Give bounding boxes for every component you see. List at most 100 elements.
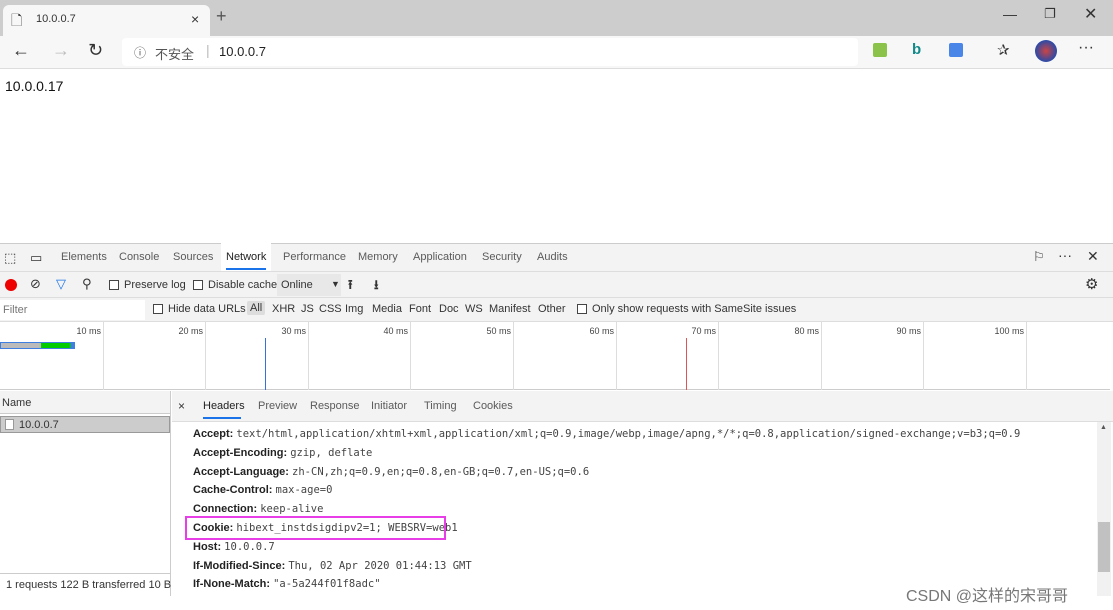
- tab-elements[interactable]: Elements: [61, 251, 107, 263]
- request-header-row: If-Modified-Since: Thu, 02 Apr 2020 01:4…: [193, 560, 472, 572]
- disable-cache-checkbox[interactable]: [193, 280, 203, 290]
- extension-icon[interactable]: [873, 43, 887, 57]
- inspect-icon[interactable]: ⬚: [4, 250, 16, 266]
- time-tick: 30 ms: [281, 326, 306, 336]
- tab-console[interactable]: Console: [119, 251, 159, 263]
- time-tick: 80 ms: [794, 326, 819, 336]
- name-column-header[interactable]: Name: [2, 397, 31, 409]
- tab-security[interactable]: Security: [482, 251, 522, 263]
- tab-sources[interactable]: Sources: [173, 251, 213, 263]
- grid-line: [1026, 322, 1027, 390]
- request-header-row: Host: 10.0.0.7: [193, 541, 275, 553]
- filter-type-xhr[interactable]: XHR: [272, 303, 295, 315]
- header-value: text/html,application/xhtml+xml,applicat…: [236, 428, 1021, 440]
- forward-icon[interactable]: →: [52, 40, 70, 61]
- more-icon[interactable]: ···: [1078, 39, 1094, 57]
- refresh-icon[interactable]: ↻: [88, 40, 103, 61]
- device-icon[interactable]: ▭: [30, 250, 42, 266]
- request-header-row: If-None-Match: "a-5a244f01f8adc": [193, 578, 381, 590]
- grid-line: [923, 322, 924, 390]
- detail-tab-headers[interactable]: Headers: [203, 400, 245, 412]
- request-header-row: Cache-Control: max-age=0: [193, 484, 332, 496]
- filter-type-manifest[interactable]: Manifest: [489, 303, 531, 315]
- tab-memory[interactable]: Memory: [358, 251, 398, 263]
- browser-tab[interactable]: 🗋 10.0.0.7 ×: [3, 5, 210, 36]
- header-name: Connection:: [193, 503, 258, 516]
- network-timeline[interactable]: 10 ms 20 ms 30 ms 40 ms 50 ms 60 ms 70 ms 80 ms…: [0, 322, 1110, 390]
- export-icon[interactable]: ⭳: [374, 276, 379, 298]
- watermark: CSDN @这样的宋哥哥: [906, 588, 1069, 605]
- import-icon[interactable]: ⭱: [348, 276, 353, 298]
- hide-data-urls-label: Hide data URLs: [168, 303, 246, 315]
- address-bar[interactable]: ⓘ 不安全 | 10.0.0.7: [122, 38, 858, 66]
- samesite-checkbox[interactable]: [577, 304, 587, 314]
- header-name: If-Modified-Since:: [193, 559, 286, 572]
- restore-icon[interactable]: ❐: [1044, 6, 1056, 22]
- tab-application[interactable]: Application: [413, 251, 467, 263]
- detail-tab-timing[interactable]: Timing: [424, 400, 457, 412]
- translate-icon[interactable]: [949, 43, 963, 57]
- filter-type-doc[interactable]: Doc: [439, 303, 459, 315]
- hide-data-urls-checkbox[interactable]: [153, 304, 163, 314]
- header-name: Cache-Control:: [193, 484, 273, 497]
- header-value: 10.0.0.7: [224, 540, 275, 553]
- filter-type-font[interactable]: Font: [409, 303, 431, 315]
- request-detail: × Headers Preview Response Initiator Timing C…: [172, 391, 1113, 596]
- scrollbar-thumb[interactable]: [1098, 522, 1110, 572]
- filter-icon[interactable]: ▽: [56, 276, 66, 292]
- tab-audits[interactable]: Audits: [537, 251, 568, 263]
- time-tick: 11(: [1087, 326, 1113, 336]
- more-icon[interactable]: ···: [1058, 247, 1072, 263]
- filter-input[interactable]: [0, 300, 145, 320]
- record-icon[interactable]: [5, 279, 17, 291]
- tab-title: 10.0.0.7: [36, 13, 76, 25]
- close-detail-icon[interactable]: ×: [178, 399, 185, 413]
- clear-icon[interactable]: ⊘: [30, 276, 41, 292]
- bing-icon[interactable]: b: [912, 41, 921, 58]
- feedback-icon[interactable]: ⚐: [1033, 249, 1045, 265]
- detail-tab-response[interactable]: Response: [310, 400, 360, 412]
- time-tick: 90 ms: [896, 326, 921, 336]
- search-icon[interactable]: ⚲: [82, 276, 92, 292]
- page-content: 10.0.0.17: [5, 78, 64, 94]
- preserve-log-checkbox[interactable]: [109, 280, 119, 290]
- tab-network[interactable]: Network: [226, 251, 266, 263]
- security-label: 不安全: [155, 47, 195, 62]
- close-window-icon[interactable]: ✕: [1084, 4, 1097, 24]
- time-tick: 20 ms: [178, 326, 203, 336]
- back-icon[interactable]: ←: [12, 40, 30, 61]
- filter-type-all[interactable]: All: [247, 301, 266, 315]
- new-tab-icon[interactable]: +: [216, 6, 227, 27]
- grid-line: [308, 322, 309, 390]
- throttling-select[interactable]: Online ▼: [277, 274, 341, 296]
- request-row[interactable]: 10.0.0.7: [0, 416, 170, 433]
- scrollbar[interactable]: ▲: [1097, 422, 1111, 596]
- minimize-icon[interactable]: —: [1003, 6, 1017, 22]
- avatar[interactable]: [1035, 40, 1057, 62]
- info-icon[interactable]: ⓘ: [134, 44, 146, 61]
- time-tick: 10 ms: [76, 326, 101, 336]
- favorites-list-icon[interactable]: ✰: [997, 41, 1010, 59]
- request-waterfall-bar: [0, 342, 75, 349]
- detail-tab-cookies[interactable]: Cookies: [473, 400, 513, 412]
- scroll-up-icon[interactable]: ▲: [1100, 424, 1107, 431]
- close-devtools-icon[interactable]: ✕: [1087, 248, 1099, 265]
- filter-type-other[interactable]: Other: [538, 303, 566, 315]
- header-value: keep-alive: [260, 503, 324, 516]
- request-header-row: Accept: text/html,application/xhtml+xml,…: [193, 428, 1020, 440]
- detail-tab-initiator[interactable]: Initiator: [371, 400, 407, 412]
- settings-gear-icon[interactable]: ⚙: [1085, 275, 1098, 293]
- time-tick: 100 ms: [994, 326, 1024, 336]
- url-text[interactable]: 10.0.0.7: [219, 44, 266, 59]
- close-tab-icon[interactable]: ×: [191, 11, 199, 27]
- filter-type-ws[interactable]: WS: [465, 303, 483, 315]
- filter-type-img[interactable]: Img: [345, 303, 363, 315]
- filter-type-js[interactable]: JS: [301, 303, 314, 315]
- detail-tab-preview[interactable]: Preview: [258, 400, 297, 412]
- header-name: Accept:: [193, 428, 234, 440]
- tab-performance[interactable]: Performance: [283, 251, 346, 263]
- time-tick: 50 ms: [486, 326, 511, 336]
- filter-type-media[interactable]: Media: [372, 303, 402, 315]
- header-name: Accept-Language:: [193, 465, 289, 478]
- filter-type-css[interactable]: CSS: [319, 303, 342, 315]
